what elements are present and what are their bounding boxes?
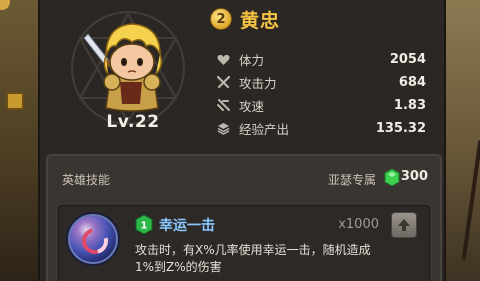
stat-value: 135.32 <box>375 121 426 136</box>
hero-avatar[interactable] <box>76 16 186 116</box>
stat-value: 684 <box>398 75 426 90</box>
gem-count: 300 <box>400 169 428 184</box>
coin-stack-icon <box>216 122 230 136</box>
hero-skills-panel: 英雄技能 亚瑟专属 300 1 幸运一击 x1000 攻击时，有X%几率使用幸运… <box>46 154 442 281</box>
green-gem-icon <box>384 169 400 186</box>
stat-row-attack: 攻击力 684 <box>216 71 426 94</box>
background-decoration <box>0 0 10 10</box>
speed-swords-icon <box>216 99 230 113</box>
stat-value: 2054 <box>389 52 426 67</box>
stat-label: 攻速 <box>239 99 265 114</box>
hero-name: 黄忠 <box>240 9 281 32</box>
exclusive-label: 亚瑟专属 <box>327 173 376 187</box>
hero-info: Lv.22 2 黄忠 体力 2054 攻击力 684 攻速 1.83 经验产出 … <box>40 0 448 150</box>
skills-title: 英雄技能 <box>62 173 111 187</box>
upgrade-skill-button[interactable] <box>391 212 417 238</box>
background-left <box>0 0 38 281</box>
background-right <box>446 0 480 281</box>
stat-label: 体力 <box>239 53 265 68</box>
hero-stats: 体力 2054 攻击力 684 攻速 1.83 经验产出 135.32 <box>216 48 426 140</box>
crossed-swords-icon <box>216 76 230 90</box>
skills-header: 英雄技能 亚瑟专属 300 <box>48 156 440 200</box>
swirl-icon <box>77 223 113 259</box>
background-sign <box>6 92 24 110</box>
hero-level: Lv.22 <box>106 112 160 132</box>
arrow-up-icon <box>398 219 410 231</box>
hero-name-row: 2 黄忠 <box>210 6 280 32</box>
stat-row-speed: 攻速 1.83 <box>216 94 426 117</box>
stat-label: 经验产出 <box>239 122 290 137</box>
skill-description: 攻击时，有X%几率使用幸运一击，随机造成1%到Z%的伤害 <box>135 243 371 274</box>
skill-level-badge: 1 <box>135 215 153 234</box>
stat-label: 攻击力 <box>239 76 277 91</box>
stat-row-exp: 经验产出 135.32 <box>216 117 426 140</box>
rank-badge: 2 <box>210 8 232 30</box>
skill-card[interactable]: 1 幸运一击 x1000 攻击时，有X%几率使用幸运一击，随机造成1%到Z%的伤… <box>58 205 430 281</box>
stat-value: 1.83 <box>393 98 426 113</box>
background-tree <box>461 140 480 260</box>
hero-detail-panel: Lv.22 2 黄忠 体力 2054 攻击力 684 攻速 1.83 经验产出 … <box>38 0 446 281</box>
skill-level: 1 <box>141 221 148 232</box>
skill-orb-icon[interactable] <box>68 214 118 264</box>
skill-name: 幸运一击 <box>159 218 215 234</box>
heart-icon <box>216 53 230 67</box>
skill-multiplier: x1000 <box>338 217 379 232</box>
stat-row-hp: 体力 2054 <box>216 48 426 71</box>
